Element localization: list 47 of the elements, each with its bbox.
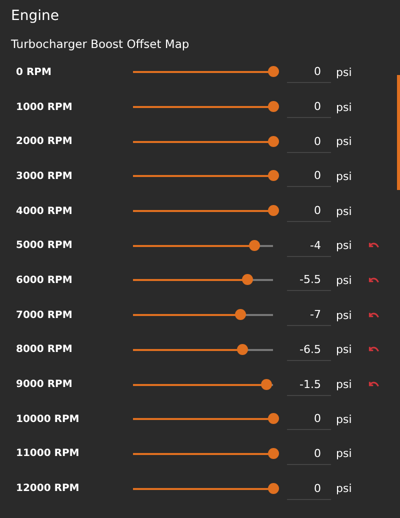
unit-label: psi [336,239,353,252]
value-field[interactable]: 0 [287,165,331,188]
value-field[interactable]: 0 [287,61,331,84]
unit-label: psi [336,274,353,287]
rpm-label: 10000 RPM [15,414,80,425]
rpm-label: 6000 RPM [15,274,74,286]
value-field[interactable]: -6.5 [287,338,331,361]
value-field[interactable]: -7 [287,304,331,326]
unit-label: psi [336,135,353,148]
unit-label: psi [336,308,353,322]
rpm-label: 0 RPM [15,66,52,78]
scrollbar[interactable] [397,75,400,190]
value-field[interactable]: -1.5 [287,374,331,396]
unit-label: psi [336,204,353,218]
undo-icon[interactable] [368,310,380,320]
value-field[interactable]: -4 [287,234,331,257]
unit-label: psi [336,343,353,356]
undo-icon[interactable] [368,241,380,250]
panel-title: Engine [10,7,60,26]
unit-label: psi [336,66,353,79]
value-field[interactable]: 0 [287,200,331,222]
unit-label: psi [336,447,353,460]
rpm-label: 9000 RPM [15,379,74,390]
value-field[interactable]: 0 [287,96,331,118]
unit-label: psi [336,482,353,496]
value-field[interactable]: -5.5 [287,269,331,292]
rpm-label: 4000 RPM [15,206,74,217]
rpm-label: 7000 RPM [15,310,74,321]
unit-label: psi [336,100,353,114]
rpm-label: 1000 RPM [15,102,74,113]
unit-label: psi [336,378,353,392]
value-field[interactable]: 0 [287,130,331,153]
rpm-label: 11000 RPM [15,448,80,460]
value-field[interactable]: 0 [287,408,331,430]
unit-label: psi [336,412,353,426]
rpm-label: 5000 RPM [15,240,74,252]
unit-label: psi [336,170,353,183]
rpm-label: 8000 RPM [15,344,74,356]
undo-icon[interactable] [368,276,380,285]
section-title: Turbocharger Boost Offset Map [10,36,190,53]
undo-icon[interactable] [368,380,380,390]
rpm-label: 12000 RPM [15,483,80,494]
value-field[interactable]: 0 [287,478,331,500]
rpm-label: 2000 RPM [15,136,74,148]
value-field[interactable]: 0 [287,442,331,465]
undo-icon[interactable] [368,345,380,354]
rpm-label: 3000 RPM [15,170,74,182]
